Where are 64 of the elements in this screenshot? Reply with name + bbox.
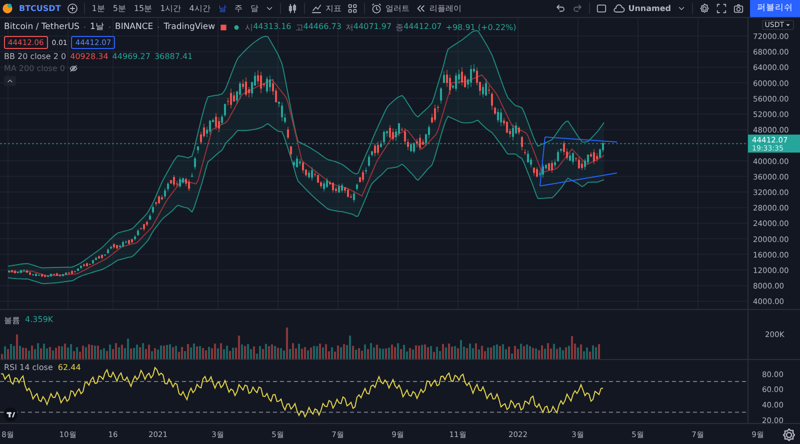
coin-logo-icon [2,3,13,14]
volume-value: 4.359K [25,315,54,326]
ohlc-label: 시 [245,22,254,32]
interval-tab[interactable]: 주 [233,3,244,14]
ohlc-value: 44412.07 [404,22,442,32]
publish-button[interactable]: 퍼블리쉬 [750,0,800,17]
redo-icon[interactable] [572,3,584,14]
symbol-title: BINANCE [114,22,154,32]
interval-tab[interactable]: 15분 [132,3,154,14]
rsi-label: RSI 14 close [4,363,53,372]
caret-icon [785,22,791,28]
interval-tab[interactable]: 날 [217,3,228,14]
fullscreen-icon[interactable] [716,3,727,14]
ohlc-label: 저 [345,22,354,32]
interval-tab[interactable]: 5분 [112,3,127,14]
camera-icon[interactable] [733,3,744,14]
indicator-name[interactable]: BB 20 close 2 0 [4,52,66,61]
rewind-icon[interactable] [415,3,426,14]
ohlc-value: 44071.97 [353,22,392,32]
interval-tab[interactable]: 달 [249,3,260,14]
cloud-icon [613,2,626,14]
alarm-clock-icon[interactable] [371,3,382,14]
last-price-badge [748,134,800,153]
ohlc-label: 종 [396,22,404,32]
triangle-pattern-drawing[interactable] [540,136,618,186]
replay-label[interactable]: 리플레이 [429,3,462,14]
rsi-value: 62.44 [58,363,81,372]
interval-tab[interactable]: 1시간 [159,3,182,14]
status-dot-icon [232,22,242,32]
candlestick-icon[interactable] [287,3,298,14]
caret-icon[interactable] [265,4,274,13]
ohlc-label: 고 [295,22,304,32]
settings-icon[interactable] [699,3,710,14]
symbol-title: 1날 [90,21,104,33]
separator-dot: · [83,22,86,32]
symbol-title: TradingView [164,22,216,32]
volume-label: 볼륨 [4,315,20,326]
separator-dot: · [157,22,160,32]
flag-icon [219,22,228,32]
caret-icon[interactable] [677,4,686,13]
add-symbol-icon[interactable] [66,3,78,14]
indicators-icon[interactable] [311,3,322,14]
indicators-label[interactable]: 지표 [325,3,342,14]
ohlc-value: 44466.73 [303,22,342,32]
collapse-button[interactable] [4,76,16,86]
indicator-value: 40928.34 [70,52,108,61]
chevron-up-icon [6,77,14,85]
symbol-title: Bitcoin / TetherUS [4,22,80,32]
indicator-value: 44969.27 [112,52,150,61]
symbol-name[interactable]: BTCUSDT [19,4,61,13]
interval-tab[interactable]: 4시간 [188,3,212,14]
price-change: +98.91 (+0.22%) [446,22,516,32]
undo-icon[interactable] [555,3,566,14]
layout-name[interactable]: Unnamed [628,4,671,13]
settings-icon[interactable] [782,428,796,442]
ohlc-value: 44313.16 [253,22,292,32]
alerts-label[interactable]: 얼러트 [385,3,410,14]
eye-off-icon[interactable] [68,64,78,73]
interval-tab[interactable]: 1분 [90,3,106,14]
logo-icon[interactable] [3,407,18,422]
separator-dot: · [108,22,111,32]
square-icon[interactable] [596,3,608,14]
grid-icon[interactable] [347,3,358,14]
indicator-value: 36887.41 [154,52,193,61]
